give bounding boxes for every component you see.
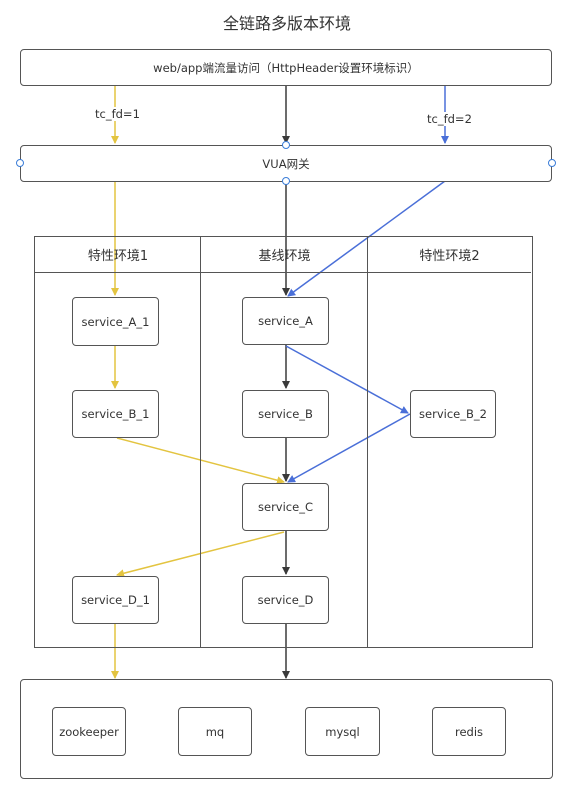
service-d-1-node[interactable]: service_D_1	[72, 576, 159, 624]
lane-header-feature2: 特性环境2	[368, 237, 531, 273]
lane-divider	[367, 237, 368, 647]
service-d-node[interactable]: service_D	[242, 576, 329, 624]
gateway-port-right[interactable]	[548, 159, 556, 167]
infra-mq-node[interactable]: mq	[178, 707, 252, 756]
infra-zookeeper-node[interactable]: zookeeper	[52, 707, 126, 756]
lane-header-baseline: 基线环境	[201, 237, 368, 273]
service-a-node[interactable]: service_A	[242, 297, 329, 345]
gateway-port-bottom[interactable]	[282, 177, 290, 185]
edge-label-feature1: tc_fd=1	[94, 107, 141, 121]
service-c-node[interactable]: service_C	[242, 483, 329, 531]
edge-label-feature2: tc_fd=2	[426, 112, 473, 126]
lane-header-feature1: 特性环境1	[35, 237, 201, 273]
diagram-title: 全链路多版本环境	[222, 14, 351, 33]
service-b-2-node[interactable]: service_B_2	[410, 390, 496, 438]
infra-redis-node[interactable]: redis	[432, 707, 506, 756]
gateway-label: VUA网关	[262, 156, 310, 171]
gateway-port-left[interactable]	[16, 159, 24, 167]
lane-divider	[200, 237, 201, 647]
gateway-port-top[interactable]	[282, 141, 290, 149]
infra-mysql-node[interactable]: mysql	[305, 707, 380, 756]
service-b-node[interactable]: service_B	[242, 390, 329, 438]
client-traffic-box[interactable]: web/app端流量访问（HttpHeader设置环境标识）	[20, 49, 552, 86]
lane-feature2: 特性环境2	[368, 237, 531, 647]
client-traffic-label: web/app端流量访问（HttpHeader设置环境标识）	[153, 60, 419, 75]
service-b-1-node[interactable]: service_B_1	[72, 390, 159, 438]
service-a-1-node[interactable]: service_A_1	[72, 297, 159, 346]
